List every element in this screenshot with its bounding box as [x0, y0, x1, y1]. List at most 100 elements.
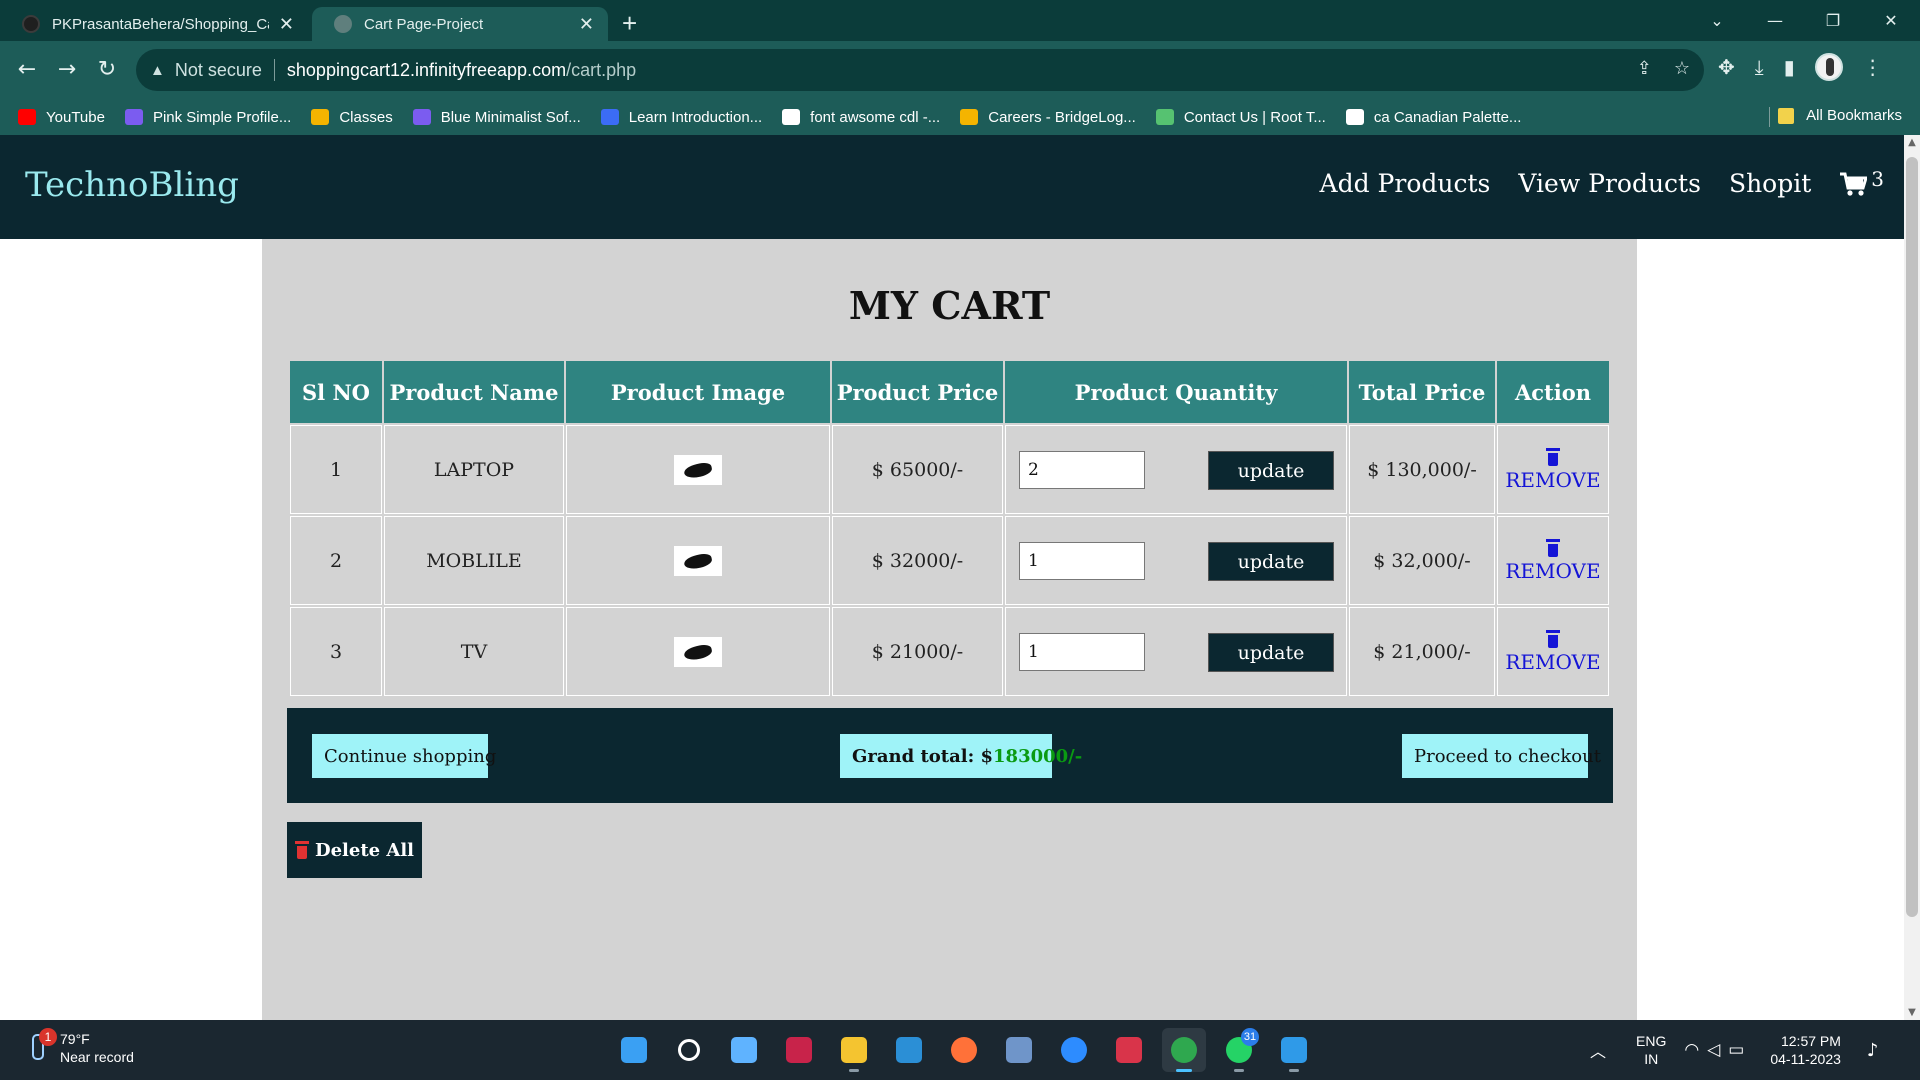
search-icon[interactable]	[667, 1028, 711, 1072]
firefox-glyph	[951, 1037, 977, 1063]
security-label[interactable]: Not secure	[175, 60, 262, 81]
remove-link[interactable]: REMOVE	[1505, 447, 1601, 492]
continue-shopping-button[interactable]: Continue shopping	[312, 734, 496, 778]
clock[interactable]: 12:57 PM 04-11-2023	[1770, 1032, 1841, 1068]
update-button[interactable]: update	[1208, 633, 1334, 672]
system-tray: ︿ ENG IN ◠◁▭ 12:57 PM 04-11-2023 ♪	[1590, 1020, 1878, 1080]
delete-all-button[interactable]: Delete All	[287, 822, 422, 878]
restore-button[interactable]: ❐	[1804, 11, 1862, 30]
bookmark-star-icon[interactable]: ☆	[1674, 58, 1690, 79]
copilot-icon[interactable]	[722, 1028, 766, 1072]
bookmark-item[interactable]: Contact Us | Root T...	[1155, 109, 1326, 126]
cell-product-name: TV	[384, 607, 564, 696]
bookmark-favicon-icon	[782, 109, 801, 125]
url-path: /cart.php	[566, 59, 637, 80]
share-icon[interactable]: ⇪	[1637, 58, 1652, 79]
whatsapp-icon[interactable]: 31	[1217, 1028, 1261, 1072]
language-indicator[interactable]: ENG IN	[1636, 1032, 1666, 1068]
bookmark-label: Classes	[339, 108, 393, 126]
cell-action: REMOVE	[1497, 607, 1609, 696]
all-bookmarks-label: All Bookmarks	[1806, 107, 1902, 124]
quantity-input[interactable]	[1019, 542, 1145, 580]
scroll-down-icon[interactable]: ▼	[1904, 1007, 1920, 1018]
window-controls: ⌄ — ❐ ✕	[1688, 0, 1920, 41]
close-tab-icon[interactable]: ✕	[579, 14, 594, 35]
extensions-icon[interactable]: ✥	[1718, 55, 1735, 79]
bookmark-label: ca Canadian Palette...	[1373, 108, 1522, 126]
close-window-button[interactable]: ✕	[1862, 11, 1920, 30]
myhp-icon[interactable]	[887, 1028, 931, 1072]
recorder-glyph	[1116, 1037, 1142, 1063]
nav-cart[interactable]: 3	[1839, 167, 1884, 197]
remove-link[interactable]: REMOVE	[1505, 538, 1601, 583]
all-bookmarks-button[interactable]: All Bookmarks	[1778, 107, 1902, 124]
grand-total-label: Grand total: $	[852, 745, 994, 767]
remove-link[interactable]: REMOVE	[1505, 629, 1601, 674]
quantity-input[interactable]	[1019, 633, 1145, 671]
tab-search-icon[interactable]: ⌄	[1688, 11, 1746, 30]
proceed-to-checkout-button[interactable]: Proceed to checkout	[1402, 734, 1601, 778]
firefox-icon[interactable]	[942, 1028, 986, 1072]
vscode-icon[interactable]	[1272, 1028, 1316, 1072]
start-glyph	[621, 1037, 647, 1063]
cart-container: MY CART Sl NO Product Name Product Image…	[262, 239, 1637, 1020]
bookmark-item[interactable]: YouTube	[18, 109, 105, 126]
tab-cart-page[interactable]: Cart Page-Project ✕	[312, 7, 608, 41]
reload-button[interactable]: ↻	[90, 53, 124, 87]
download-icon[interactable]: ⤓	[1755, 55, 1764, 79]
notification-icon[interactable]: ♪	[1867, 1040, 1879, 1061]
postgresql-icon[interactable]	[997, 1028, 1041, 1072]
start-icon[interactable]	[612, 1028, 656, 1072]
wifi-volume-battery-icons[interactable]: ◠◁▭	[1684, 1040, 1752, 1060]
scroll-up-icon[interactable]: ▲	[1904, 137, 1920, 148]
nav-add-products[interactable]: Add Products	[1320, 169, 1491, 198]
col-product-image: Product Image	[566, 361, 830, 423]
tab-github[interactable]: PKPrasantaBehera/Shopping_Ca ✕	[0, 7, 308, 41]
side-panel-icon[interactable]: ▮	[1784, 55, 1795, 79]
cart-count: 3	[1871, 166, 1884, 191]
bookmarks-divider	[1769, 107, 1770, 127]
minimize-button[interactable]: —	[1746, 11, 1804, 30]
update-button[interactable]: update	[1208, 451, 1334, 490]
close-tab-icon[interactable]: ✕	[279, 14, 294, 35]
warning-icon[interactable]: ▲	[150, 62, 165, 79]
page-scrollbar[interactable]: ▲ ▼	[1904, 135, 1920, 1020]
file-explorer-icon[interactable]	[832, 1028, 876, 1072]
nav-view-products[interactable]: View Products	[1518, 169, 1701, 198]
profile-avatar[interactable]	[1814, 53, 1843, 81]
table-header-row: Sl NO Product Name Product Image Product…	[290, 361, 1609, 423]
delete-all-label: Delete All	[314, 839, 415, 861]
bookmark-item[interactable]: ca Canadian Palette...	[1345, 108, 1522, 126]
scroll-thumb[interactable]	[1906, 157, 1918, 917]
bookmark-item[interactable]: Blue Minimalist Sof...	[412, 109, 581, 126]
new-tab-button[interactable]: +	[622, 8, 637, 39]
weather-desc: Near record	[60, 1049, 134, 1065]
forward-button[interactable]: →	[50, 53, 84, 87]
clipchamp-glyph	[786, 1037, 812, 1063]
bookmark-item[interactable]: Pink Simple Profile...	[124, 109, 291, 126]
myhp-glyph	[896, 1037, 922, 1063]
bookmark-item[interactable]: Classes	[311, 108, 393, 126]
bookmark-item[interactable]: Learn Introduction...	[600, 109, 762, 126]
update-button[interactable]: update	[1208, 542, 1334, 581]
address-bar[interactable]: ▲ Not secure shoppingcart12.infinityfree…	[136, 49, 1704, 91]
back-button[interactable]: ←	[10, 53, 44, 87]
menu-icon[interactable]: ⋮	[1863, 55, 1883, 79]
quantity-input[interactable]	[1019, 451, 1145, 489]
chrome-icon[interactable]	[1162, 1028, 1206, 1072]
zoom-icon[interactable]	[1052, 1028, 1096, 1072]
clipchamp-icon[interactable]	[777, 1028, 821, 1072]
brand-logo[interactable]: TechnoBling	[25, 165, 239, 205]
bookmark-item[interactable]: font awsome cdl -...	[782, 109, 940, 126]
weather-widget[interactable]: 1 79°F Near record	[26, 1028, 134, 1066]
running-indicator	[1176, 1069, 1192, 1072]
show-hidden-icons[interactable]: ︿	[1590, 1038, 1606, 1062]
trash-icon	[1545, 538, 1560, 557]
file-explorer-glyph	[841, 1037, 867, 1063]
cart-icon	[1840, 172, 1868, 196]
tab-title: PKPrasantaBehera/Shopping_Ca	[52, 15, 269, 33]
bookmark-item[interactable]: Careers - BridgeLog...	[960, 109, 1136, 126]
bookmark-favicon-icon	[18, 109, 36, 125]
recorder-icon[interactable]	[1107, 1028, 1151, 1072]
nav-shopit[interactable]: Shopit	[1729, 169, 1811, 198]
